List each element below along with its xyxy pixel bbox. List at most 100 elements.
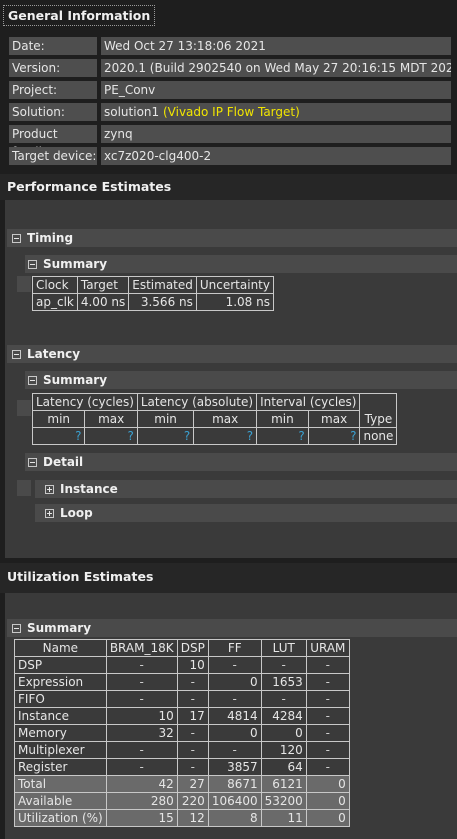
collapse-icon	[12, 623, 21, 633]
util-cell: 11	[260, 809, 307, 827]
util-cell: -	[105, 656, 178, 674]
timing-estimated-value: 3.566 ns	[128, 293, 197, 311]
solution-name: solution1	[104, 105, 160, 119]
util-cell: 53200	[260, 792, 307, 810]
version-label: Version:	[9, 59, 97, 77]
util-cell: 8671	[207, 775, 262, 793]
performance-estimates-title[interactable]: Performance Estimates	[7, 179, 171, 194]
util-cell: 27	[176, 775, 209, 793]
target-device-label: Target device:	[9, 147, 97, 165]
util-header-ff: FF	[207, 639, 262, 657]
timing-bar	[7, 229, 457, 247]
util-cell: -	[176, 741, 209, 759]
util-header-bram: BRAM_18K	[105, 639, 178, 657]
latency-min-value[interactable]: ?	[31, 427, 86, 445]
util-cell: 0	[305, 809, 350, 827]
util-cell: -	[105, 673, 178, 691]
type-value: none	[359, 427, 398, 445]
timing-header-estimated: Estimated	[128, 276, 197, 294]
latency-max-header: max	[84, 410, 138, 428]
absolute-max-value[interactable]: ?	[193, 427, 258, 445]
target-device-value: xc7z020-clg400-2	[101, 147, 451, 165]
util-cell: -	[105, 690, 178, 708]
collapse-icon	[28, 375, 37, 385]
timing-uncertainty-value: 1.08 ns	[195, 293, 274, 311]
timing-summary-toggle[interactable]: Summary	[28, 255, 107, 273]
timing-toggle[interactable]: Timing	[12, 229, 73, 247]
util-row-name: Instance	[14, 707, 107, 725]
timing-label: Timing	[27, 231, 74, 245]
collapse-icon	[12, 233, 21, 243]
interval-min-value[interactable]: ?	[256, 427, 309, 445]
latency-max-value[interactable]: ?	[84, 427, 138, 445]
util-cell: 0	[305, 792, 350, 810]
util-row-name: Total	[14, 775, 107, 793]
table-row: FIFO - - - - -	[14, 690, 350, 708]
util-cell: -	[207, 656, 262, 674]
util-cell: 0	[207, 673, 262, 691]
util-cell: 15	[105, 809, 178, 827]
util-row-name: Memory	[14, 724, 107, 742]
util-cell: 3857	[207, 758, 262, 776]
util-row-name: DSP	[14, 656, 107, 674]
absolute-min-header: min	[136, 410, 195, 428]
collapse-icon	[28, 259, 37, 269]
interval-cycles-header: Interval (cycles)	[256, 393, 361, 411]
latency-min-header: min	[31, 410, 86, 428]
detail-toggle[interactable]: Detail	[28, 453, 83, 471]
util-cell: -	[176, 758, 209, 776]
util-cell: 280	[105, 792, 178, 810]
latency-cycles-header: Latency (cycles)	[32, 393, 138, 411]
timing-summary-label: Summary	[43, 257, 108, 271]
timing-table: Clock Target Estimated Uncertainty ap_cl…	[32, 276, 274, 311]
utilization-summary-toggle[interactable]: Summary	[12, 619, 91, 637]
general-information-title[interactable]: General Information	[3, 5, 156, 26]
util-header-lut: LUT	[260, 639, 307, 657]
interval-max-value[interactable]: ?	[307, 427, 361, 445]
timing-header-clock: Clock	[32, 276, 78, 294]
latency-summary-label: Summary	[43, 373, 108, 387]
interval-min-header: min	[256, 410, 309, 428]
table-row: Multiplexer - - - 120 -	[14, 741, 350, 759]
util-cell: -	[305, 707, 350, 725]
util-cell: 64	[260, 758, 307, 776]
latency-summary-toggle[interactable]: Summary	[28, 371, 107, 389]
utilization-summary-label: Summary	[27, 621, 92, 635]
utilization-estimates-title[interactable]: Utilization Estimates	[7, 569, 153, 584]
table-row: Instance 10 17 4814 4284 -	[14, 707, 350, 725]
table-row: Register - - 3857 64 -	[14, 758, 350, 776]
util-cell: -	[305, 690, 350, 708]
util-cell: -	[176, 673, 209, 691]
type-header: Type	[359, 410, 398, 428]
util-cell: 10	[176, 656, 209, 674]
type-header-spacer	[359, 393, 398, 411]
util-row-name: Multiplexer	[14, 741, 107, 759]
util-cell: 0	[260, 724, 307, 742]
absolute-min-value[interactable]: ?	[136, 427, 195, 445]
table-row: DSP - 10 - - -	[14, 656, 350, 674]
util-cell: -	[207, 690, 262, 708]
solution-label: Solution:	[9, 103, 97, 121]
util-row-name: Utilization (%)	[14, 809, 107, 827]
loop-label: Loop	[60, 506, 93, 520]
util-cell: 120	[260, 741, 307, 759]
util-cell: 42	[105, 775, 178, 793]
util-cell: 6121	[260, 775, 307, 793]
product-family-value: zynq	[101, 125, 451, 143]
timing-header-uncertainty: Uncertainty	[195, 276, 274, 294]
util-cell: -	[260, 690, 307, 708]
util-cell: 0	[305, 775, 350, 793]
util-header-name: Name	[14, 639, 107, 657]
expand-icon	[45, 508, 54, 518]
loop-toggle[interactable]: Loop	[45, 504, 93, 522]
latency-toggle[interactable]: Latency	[12, 345, 80, 363]
instance-toggle[interactable]: Instance	[45, 480, 118, 498]
table-row: Memory 32 - 0 0 -	[14, 724, 350, 742]
detail-label: Detail	[43, 455, 84, 469]
latency-absolute-header: Latency (absolute)	[136, 393, 258, 411]
util-cell: 4814	[207, 707, 262, 725]
util-cell: 106400	[207, 792, 262, 810]
util-cell: -	[305, 656, 350, 674]
date-label: Date:	[9, 37, 97, 55]
product-family-label: Product family:	[9, 125, 97, 159]
